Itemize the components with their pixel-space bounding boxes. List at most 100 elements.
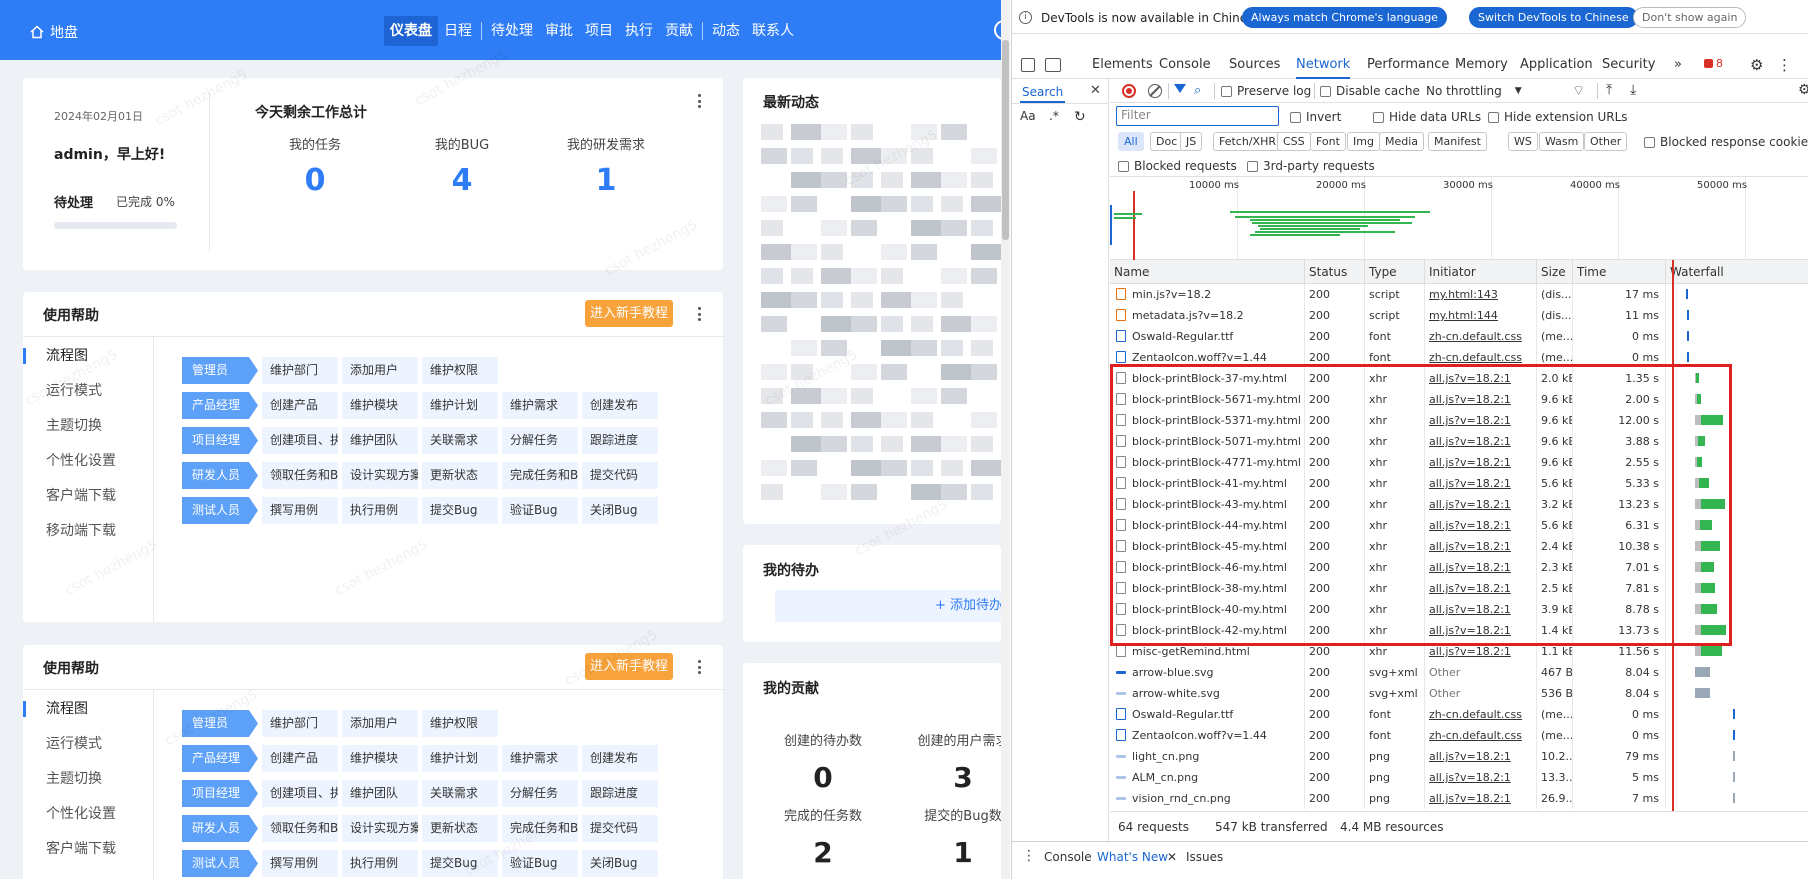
devtools-tab[interactable]: Sources	[1229, 51, 1280, 79]
devtools-tab[interactable]: Network	[1296, 51, 1351, 79]
flow-step[interactable]: 分解任务	[502, 780, 578, 807]
request-row[interactable]: Oswald-Regular.ttf 200 font zh-cn.default.c…	[1110, 704, 1808, 725]
flow-step[interactable]: 维护部门	[262, 357, 338, 384]
request-initiator[interactable]: zh-cn.default.css	[1425, 326, 1537, 347]
flow-step[interactable]: 验证Bug	[502, 850, 578, 877]
flow-role[interactable]: 测试人员	[182, 850, 258, 877]
type-filter-chip[interactable]: Wasm	[1539, 132, 1585, 151]
request-initiator[interactable]: all.js?v=18.2:1	[1425, 536, 1537, 557]
request-row[interactable]: block-printBlock-46-my.html 200 xhr all.js?…	[1110, 557, 1808, 578]
request-initiator[interactable]: zh-cn.default.css	[1425, 725, 1537, 746]
error-count-badge[interactable]: 8	[1704, 57, 1723, 70]
flow-step[interactable]: 关联需求	[422, 427, 498, 454]
flow-step[interactable]: 跟踪进度	[582, 427, 658, 454]
page-scrollbar-thumb[interactable]	[1002, 40, 1009, 240]
flow-step[interactable]: 维护部门	[262, 710, 338, 737]
request-initiator[interactable]: all.js?v=18.2:1	[1425, 767, 1537, 788]
page-scrollbar[interactable]	[1001, 0, 1010, 879]
type-filter-chip[interactable]: Fetch/XHR	[1213, 132, 1282, 151]
request-initiator[interactable]: all.js?v=18.2:1	[1425, 641, 1537, 662]
flow-step[interactable]: 维护模块	[342, 745, 418, 772]
flow-step[interactable]: 创建项目、执行	[262, 427, 338, 454]
flow-step[interactable]: 维护计划	[422, 392, 498, 419]
column-header[interactable]: Waterfall	[1666, 260, 1808, 284]
flow-step[interactable]: 关联需求	[422, 780, 498, 807]
flow-step[interactable]: 提交代码	[582, 815, 658, 842]
flow-step[interactable]: 维护团队	[342, 427, 418, 454]
flow-step[interactable]: 执行用例	[342, 497, 418, 524]
flow-step[interactable]: 设计实现方案	[342, 815, 418, 842]
flow-role[interactable]: 测试人员	[182, 497, 258, 524]
flow-step[interactable]: 执行用例	[342, 850, 418, 877]
type-filter-chip[interactable]: CSS	[1277, 132, 1311, 151]
summary-stat[interactable]: 我的任务 0	[245, 134, 385, 198]
flow-step[interactable]: 添加用户	[342, 710, 418, 737]
flow-step[interactable]: 维护计划	[422, 745, 498, 772]
flow-step[interactable]: 创建项目、执行	[262, 780, 338, 807]
request-initiator[interactable]: all.js?v=18.2:1	[1425, 746, 1537, 767]
request-row[interactable]: vision_rnd_cn.png 200 png all.js?v=18.2:1 26…	[1110, 788, 1808, 809]
flow-step[interactable]: 完成任务和Bug	[502, 815, 578, 842]
settings-gear-icon[interactable]: ⚙	[1750, 51, 1763, 79]
welcome-more-icon[interactable]	[693, 94, 705, 108]
brand-home-link[interactable]: 地盘	[30, 22, 78, 42]
request-initiator[interactable]: zh-cn.default.css	[1425, 704, 1537, 725]
flow-step[interactable]: 领取任务和Bug	[262, 462, 338, 489]
flow-step[interactable]: 维护需求	[502, 745, 578, 772]
nav-item[interactable]: 仪表盘	[384, 16, 438, 46]
column-header[interactable]: Status	[1305, 260, 1365, 284]
nav-item[interactable]: 待处理	[485, 16, 539, 46]
column-header[interactable]: Time	[1573, 260, 1666, 284]
hide-ext-urls-checkbox[interactable]: Hide extension URLs	[1488, 110, 1628, 124]
request-row[interactable]: block-printBlock-37-my.html 200 xhr all.js?…	[1110, 368, 1808, 389]
blocked-cookies-checkbox[interactable]: Blocked response cookies	[1644, 135, 1808, 149]
flow-step[interactable]: 维护需求	[502, 392, 578, 419]
filter-input[interactable]: Filter	[1116, 106, 1279, 126]
drawer-tab[interactable]: What's New	[1097, 850, 1168, 864]
import-har-icon[interactable]: ⤒	[1606, 82, 1612, 98]
help-side-item[interactable]: 主题切换	[23, 409, 153, 444]
request-initiator[interactable]: all.js?v=18.2:1	[1425, 368, 1537, 389]
devtools-tab[interactable]: Elements	[1092, 51, 1153, 79]
nav-item[interactable]: 贡献	[659, 16, 699, 46]
flow-step[interactable]: 维护权限	[422, 710, 498, 737]
inspect-element-icon[interactable]	[1021, 58, 1035, 72]
request-initiator[interactable]: all.js?v=18.2:1	[1425, 473, 1537, 494]
type-filter-chip[interactable]: WS	[1508, 132, 1538, 151]
devtools-tab[interactable]: Security	[1602, 51, 1655, 79]
disable-cache-checkbox[interactable]: Disable cache	[1320, 84, 1420, 98]
tutorial-button[interactable]: 进入新手教程	[585, 300, 673, 327]
request-initiator[interactable]: all.js?v=18.2:1	[1425, 620, 1537, 641]
request-initiator[interactable]: my.html:143	[1425, 284, 1537, 305]
request-row[interactable]: ALM_cn.png 200 png all.js?v=18.2:1 13.3... 5 …	[1110, 767, 1808, 788]
flow-step[interactable]: 维护团队	[342, 780, 418, 807]
request-initiator[interactable]: all.js?v=18.2:1	[1425, 410, 1537, 431]
network-conditions-icon[interactable]: ⌔	[1572, 82, 1585, 100]
summary-stat[interactable]: 我的BUG 4	[392, 134, 532, 198]
type-filter-chip[interactable]: Manifest	[1428, 132, 1487, 151]
refresh-search-icon[interactable]: ↻	[1074, 109, 1086, 125]
type-filter-chip[interactable]: Doc	[1150, 132, 1184, 151]
column-header[interactable]: Initiator	[1425, 260, 1537, 284]
flow-step[interactable]: 跟踪进度	[582, 780, 658, 807]
clear-icon[interactable]	[1148, 84, 1162, 98]
devtools-tab[interactable]: Memory	[1455, 51, 1508, 79]
hide-data-urls-checkbox[interactable]: Hide data URLs	[1373, 110, 1481, 124]
type-filter-chip[interactable]: All	[1118, 132, 1144, 151]
nav-item[interactable]: 联系人	[746, 16, 800, 46]
request-initiator[interactable]: Other	[1425, 662, 1537, 683]
type-filter-chip[interactable]: Other	[1584, 132, 1628, 151]
blocked-requests-checkbox[interactable]: Blocked requests	[1118, 159, 1237, 173]
flow-step[interactable]: 维护模块	[342, 392, 418, 419]
pending-label[interactable]: 待处理	[54, 192, 93, 211]
type-filter-chip[interactable]: Font	[1310, 132, 1346, 151]
flow-step[interactable]: 撰写用例	[262, 497, 338, 524]
request-initiator[interactable]: all.js?v=18.2:1	[1425, 515, 1537, 536]
type-filter-chip[interactable]: Img	[1347, 132, 1380, 151]
drawer-tab[interactable]: Console	[1044, 850, 1092, 864]
nav-item[interactable]: 执行	[619, 16, 659, 46]
filter-icon[interactable]	[1174, 84, 1186, 93]
request-row[interactable]: block-printBlock-5071-my.html 200 xhr all.j…	[1110, 431, 1808, 452]
request-initiator[interactable]: all.js?v=18.2:1	[1425, 389, 1537, 410]
help-side-item[interactable]: 运行模式	[23, 374, 153, 409]
